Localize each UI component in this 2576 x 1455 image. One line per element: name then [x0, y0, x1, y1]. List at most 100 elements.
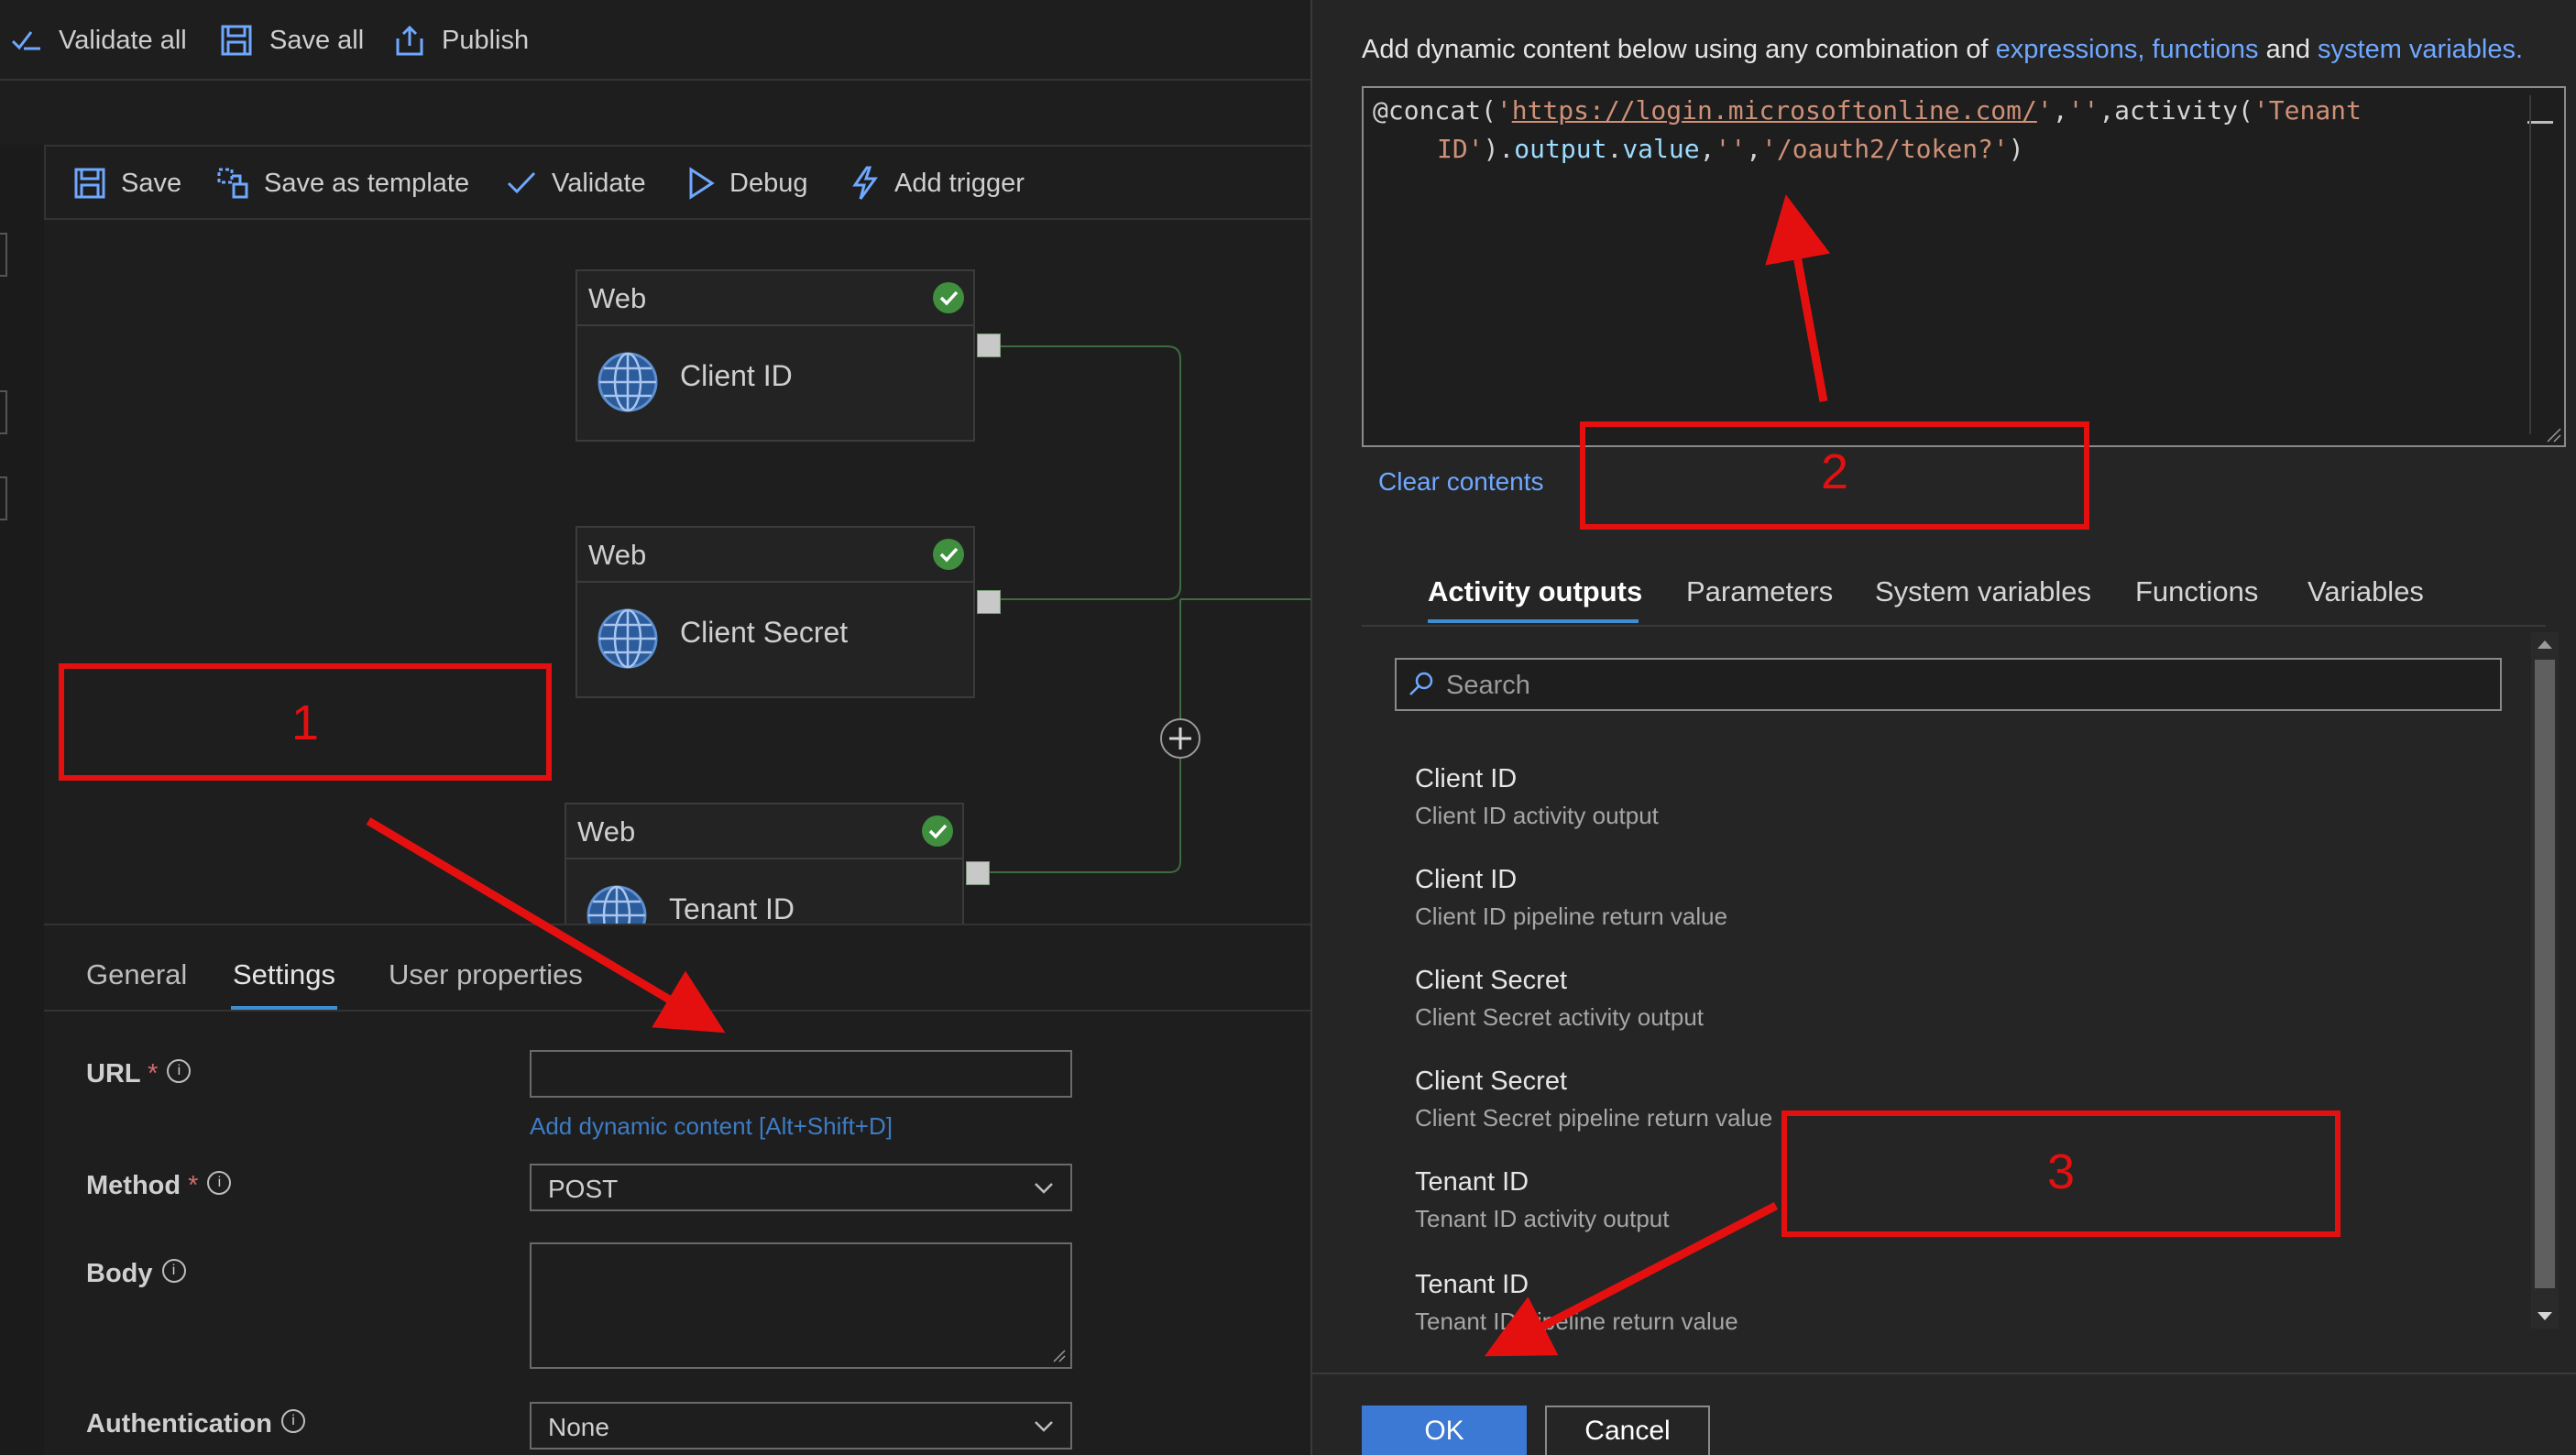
save-as-template-icon: [217, 168, 248, 199]
scroll-down-arrow-icon[interactable]: [2536, 1310, 2554, 1323]
annotation-number: 1: [290, 695, 320, 750]
validate-all-button[interactable]: Validate all: [11, 20, 187, 60]
list-item[interactable]: Tenant ID Tenant ID activity output: [1415, 1167, 1669, 1233]
ok-button[interactable]: OK: [1362, 1406, 1527, 1455]
scroll-up-arrow-icon[interactable]: [2536, 638, 2554, 651]
side-strip-marker[interactable]: [0, 476, 7, 520]
side-strip: [0, 145, 46, 1455]
chevron-down-icon: [1035, 1183, 1053, 1194]
checkmark-icon: [507, 171, 536, 194]
expressions-functions-link[interactable]: expressions, functions: [1996, 35, 2259, 64]
method-label: Method * i: [86, 1171, 232, 1201]
activity-properties-panel: General Settings User properties URL * i …: [44, 924, 1310, 1455]
authentication-select[interactable]: None: [530, 1402, 1072, 1450]
node-header: Web: [566, 804, 962, 859]
web-activity-tenant-id[interactable]: Web Tenant ID: [565, 803, 964, 924]
list-item[interactable]: Client Secret Client Secret pipeline retu…: [1415, 1067, 1772, 1132]
info-icon[interactable]: i: [167, 1059, 192, 1083]
dynamic-content-intro: Add dynamic content below using any comb…: [1362, 35, 2524, 64]
web-activity-client-id[interactable]: Web Client ID: [575, 269, 975, 442]
tab-activity-outputs[interactable]: Activity outputs: [1428, 575, 1642, 608]
node-name: Tenant ID: [669, 892, 795, 924]
tab-divider: [1362, 625, 2546, 627]
annotation-box-2: 2: [1580, 421, 2089, 530]
save-all-label: Save all: [269, 25, 365, 55]
clear-contents-link[interactable]: Clear contents: [1378, 467, 1544, 497]
list-item[interactable]: Client ID Client ID pipeline return value: [1415, 865, 1727, 931]
publish-button[interactable]: Publish: [394, 20, 529, 60]
info-icon[interactable]: i: [161, 1259, 186, 1283]
debug-label: Debug: [729, 168, 808, 198]
globe-icon: [597, 352, 658, 412]
resize-handle-icon[interactable]: [2546, 427, 2562, 443]
system-variables-link[interactable]: system variables.: [2318, 35, 2523, 64]
save-button[interactable]: Save: [73, 163, 181, 203]
node-name: Client ID: [680, 359, 793, 392]
success-output-checkbox[interactable]: [977, 590, 1001, 614]
resize-handle-icon: [1053, 1350, 1066, 1362]
list-item[interactable]: Tenant ID Tenant ID pipeline return value: [1415, 1270, 1738, 1336]
node-header: Web: [577, 528, 973, 583]
validate-all-icon: [11, 31, 40, 50]
search-input[interactable]: Search: [1395, 658, 2502, 711]
info-icon[interactable]: i: [207, 1171, 232, 1195]
debug-button[interactable]: Debug: [687, 163, 807, 203]
tab-divider: [44, 1010, 1310, 1012]
authentication-label: Authentication i: [86, 1409, 305, 1439]
pipeline-toolbar: Save Save as template Validate Debug Add…: [44, 145, 1310, 220]
method-select[interactable]: POST: [530, 1164, 1072, 1211]
success-output-checkbox[interactable]: [966, 861, 990, 885]
save-label: Save: [121, 168, 182, 198]
node-name: Client Secret: [680, 616, 849, 649]
save-all-button[interactable]: Save all: [220, 20, 364, 60]
search-icon: [1409, 672, 1433, 695]
list-item[interactable]: Client ID Client ID activity output: [1415, 764, 1659, 830]
tab-system-variables[interactable]: System variables: [1875, 575, 2091, 608]
globe-icon: [597, 608, 658, 669]
body-label: Body i: [86, 1259, 186, 1289]
annotation-number: 3: [2046, 1144, 2076, 1199]
side-strip-marker[interactable]: [0, 390, 7, 434]
add-trigger-button[interactable]: Add trigger: [850, 163, 1025, 203]
annotation-number: 2: [1820, 444, 1849, 499]
cancel-button[interactable]: Cancel: [1545, 1406, 1710, 1455]
add-dynamic-content-link[interactable]: Add dynamic content [Alt+Shift+D]: [530, 1112, 893, 1141]
sub-bar: [0, 81, 1310, 147]
pipeline-canvas[interactable]: Web Client ID Web Client Secret Web Tena…: [44, 220, 1310, 924]
publish-label: Publish: [442, 25, 530, 55]
tab-functions[interactable]: Functions: [2135, 575, 2258, 608]
node-type: Web: [588, 539, 647, 571]
list-item[interactable]: Client Secret Client Secret activity outp…: [1415, 966, 1704, 1032]
validate-button[interactable]: Validate: [506, 163, 646, 203]
minimap-marker: [2527, 121, 2553, 124]
body-textarea[interactable]: [530, 1242, 1072, 1369]
validate-label: Validate: [552, 168, 646, 198]
search-placeholder: Search: [1446, 671, 1530, 700]
top-toolbar: Validate all Save all Publish: [0, 0, 1310, 81]
url-input[interactable]: [530, 1050, 1072, 1098]
tab-variables[interactable]: Variables: [2307, 575, 2424, 608]
web-activity-client-secret[interactable]: Web Client Secret: [575, 526, 975, 698]
save-as-template-button[interactable]: Save as template: [216, 163, 469, 203]
success-check-icon: [922, 815, 953, 847]
tab-settings[interactable]: Settings: [233, 958, 335, 991]
list-scrollbar[interactable]: [2531, 632, 2559, 1329]
publish-icon: [396, 25, 423, 56]
dynamic-content-panel: Add dynamic content below using any comb…: [1310, 0, 2576, 1455]
pipeline-editor-pane: Validate all Save all Publish Save Save …: [0, 0, 1310, 1455]
node-type: Web: [577, 815, 636, 848]
add-activity-plus-icon[interactable]: [1160, 718, 1200, 759]
node-header: Web: [577, 271, 973, 326]
tab-user-properties[interactable]: User properties: [389, 958, 583, 991]
scroll-thumb[interactable]: [2535, 660, 2555, 1288]
expression-editor[interactable]: @concat('https://login.microsoftonline.c…: [1362, 86, 2566, 447]
globe-icon: [586, 885, 647, 924]
validate-all-label: Validate all: [59, 25, 187, 55]
editor-scroll-gutter: [2529, 95, 2531, 434]
info-icon[interactable]: i: [281, 1409, 305, 1433]
tab-parameters[interactable]: Parameters: [1686, 575, 1833, 608]
side-strip-marker[interactable]: [0, 233, 7, 277]
tab-general[interactable]: General: [86, 958, 187, 991]
success-output-checkbox[interactable]: [977, 334, 1001, 357]
active-tab-indicator: [1428, 619, 1639, 623]
